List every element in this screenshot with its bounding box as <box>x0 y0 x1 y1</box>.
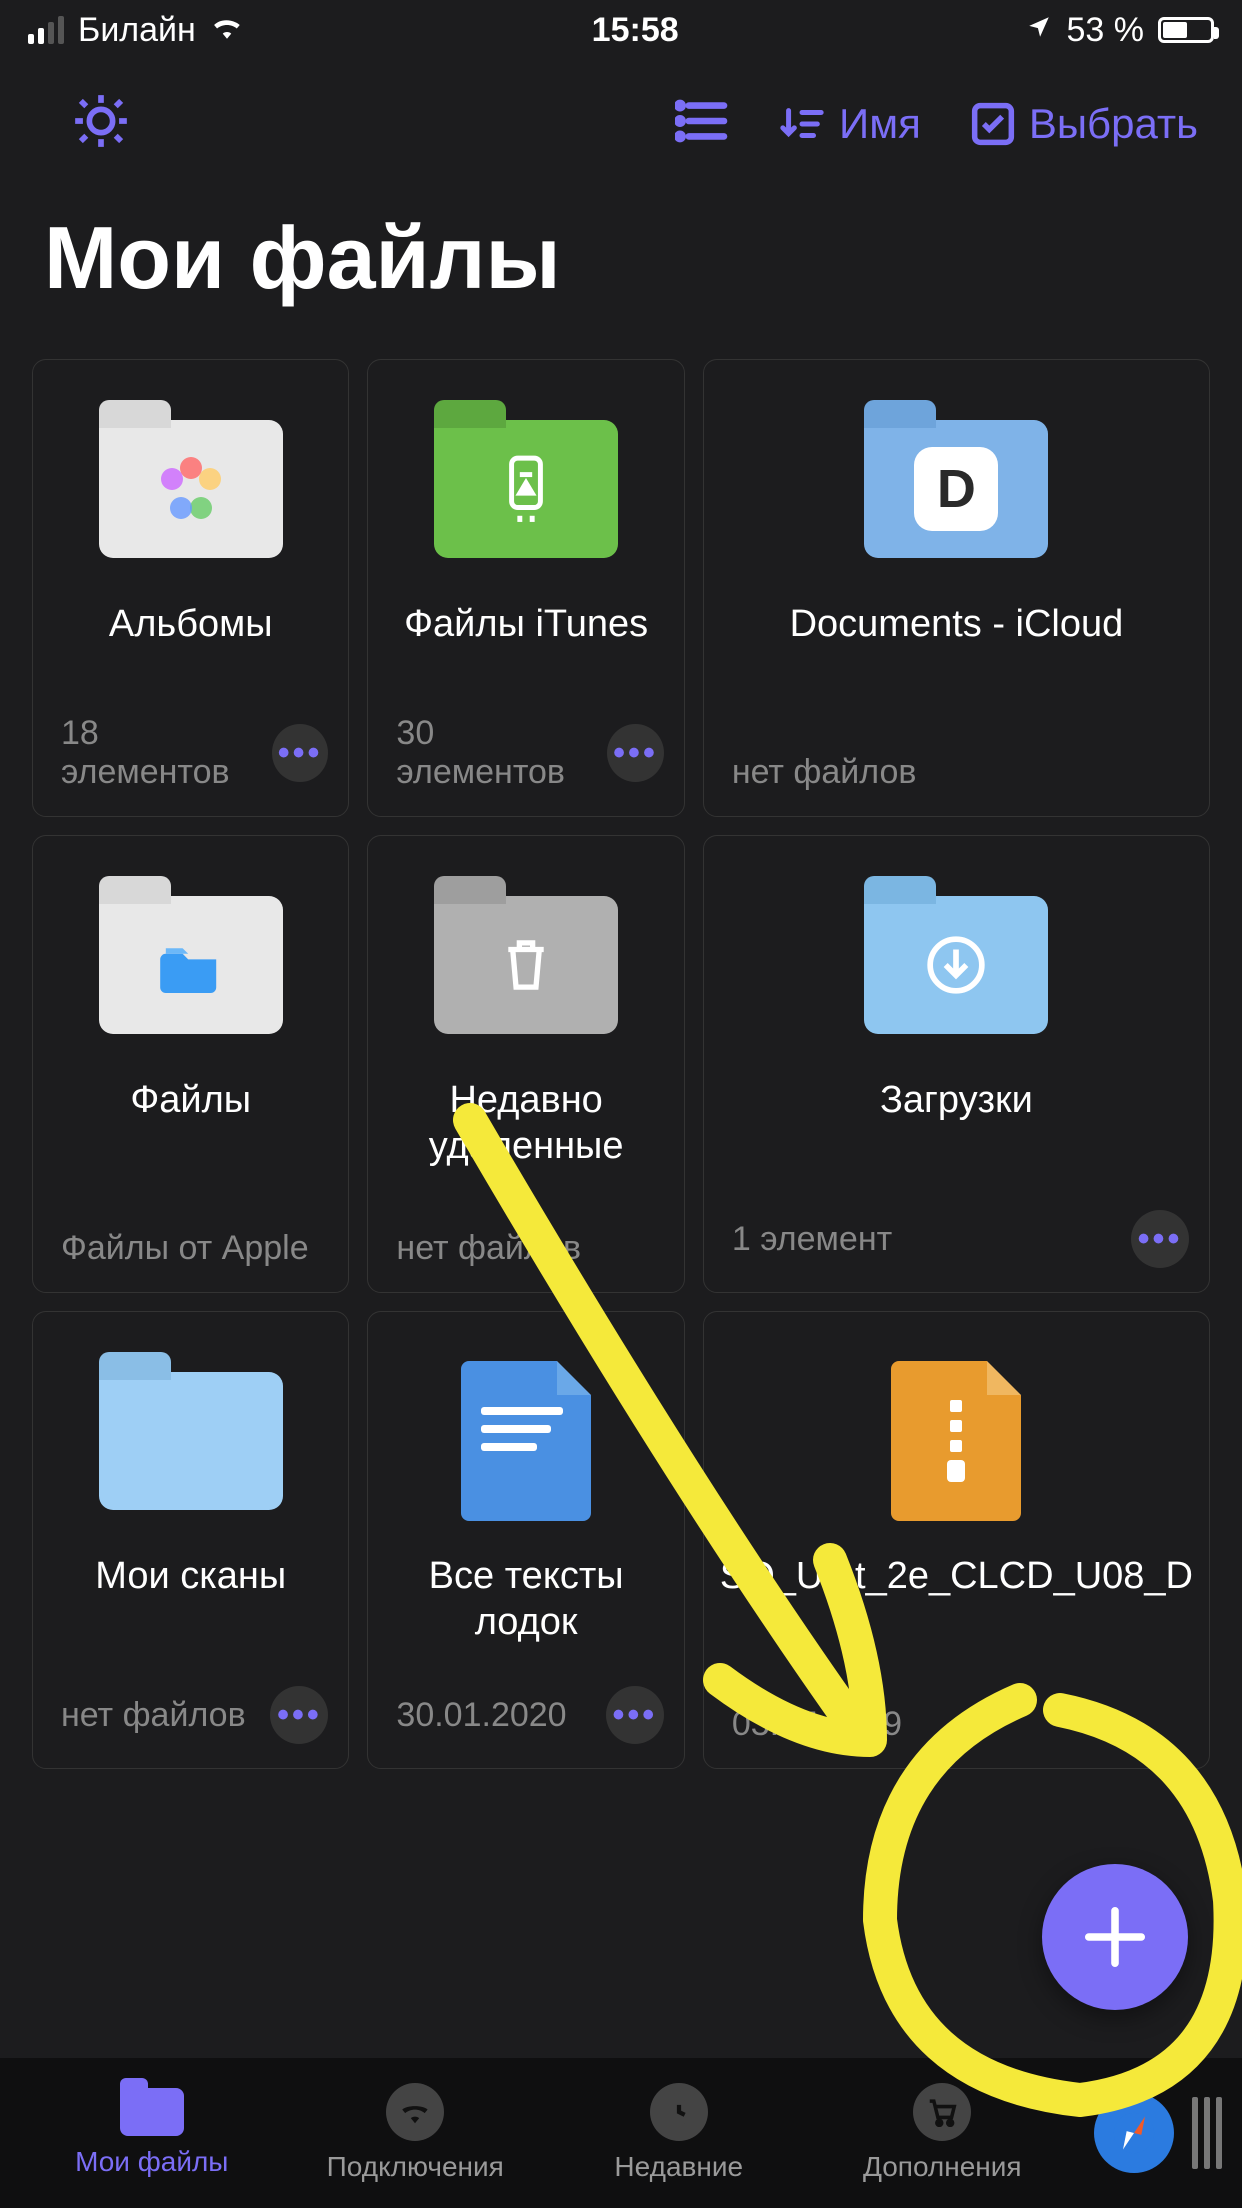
settings-button[interactable] <box>70 90 132 157</box>
tile-sub: 18 элементов <box>61 714 272 792</box>
tile-files[interactable]: Файлы Файлы от Apple <box>32 835 349 1293</box>
tile-label: Мои сканы <box>79 1526 302 1636</box>
tile-label: Недавно удаленные <box>368 1050 683 1169</box>
tile-sub: нет файлов <box>396 1229 581 1268</box>
battery-fill <box>1163 22 1187 38</box>
select-button[interactable]: Выбрать <box>971 100 1198 148</box>
sort-button[interactable]: Имя <box>779 100 921 148</box>
folder-photos-icon <box>99 404 283 574</box>
browser-button[interactable] <box>1094 2093 1174 2173</box>
tile-trash[interactable]: Недавно удаленные нет файлов <box>367 835 684 1293</box>
tile-label: Файлы iTunes <box>388 574 664 684</box>
tab-label: Дополнения <box>863 2151 1022 2183</box>
folder-icon <box>120 2088 184 2136</box>
tile-downloads[interactable]: Загрузки 1 элемент ••• <box>703 835 1210 1293</box>
tile-sub: нет файлов <box>61 1696 246 1735</box>
tile-label: SO_UInt_2e_CLCD_U08_D <box>704 1526 1209 1636</box>
document-file-icon <box>461 1356 591 1526</box>
tile-archive-file[interactable]: SO_UInt_2e_CLCD_U08_D 03.07.2019 <box>703 1311 1210 1769</box>
tile-scans[interactable]: Мои сканы нет файлов ••• <box>32 1311 349 1769</box>
tile-more-button[interactable]: ••• <box>606 1686 664 1744</box>
tile-sub: 30.01.2020 <box>396 1696 566 1735</box>
view-list-button[interactable] <box>675 99 729 148</box>
folder-documents-icon: D <box>864 404 1048 574</box>
add-button[interactable] <box>1042 1864 1188 2010</box>
tile-label: Загрузки <box>864 1050 1049 1160</box>
tile-document-file[interactable]: Все тексты лодок 30.01.2020 ••• <box>367 1311 684 1769</box>
signal-icon <box>28 16 64 44</box>
status-left: Билайн <box>28 11 244 50</box>
folder-trash-icon <box>434 880 618 1050</box>
tile-more-button[interactable]: ••• <box>272 724 329 782</box>
battery-text: 53 % <box>1066 11 1144 50</box>
tab-label: Мои файлы <box>75 2146 228 2178</box>
folder-itunes-icon <box>434 404 618 574</box>
folder-files-icon <box>99 880 283 1050</box>
tab-my-files[interactable]: Мои файлы <box>20 2088 284 2178</box>
page-title: Мои файлы <box>0 177 1242 359</box>
multitask-button[interactable] <box>1192 2097 1222 2169</box>
tile-sub: Файлы от Apple <box>61 1229 309 1268</box>
tile-documents-icloud[interactable]: D Documents - iCloud нет файлов <box>703 359 1210 817</box>
tile-sub: 03.07.2019 <box>732 1705 902 1744</box>
clock-icon <box>650 2083 708 2141</box>
tile-label: Documents - iCloud <box>774 574 1140 684</box>
bottom-tab-bar: Мои файлы Подключения Недавние Дополнени… <box>0 2058 1242 2208</box>
status-right: 53 % <box>1026 11 1214 50</box>
tile-itunes[interactable]: Файлы iTunes 30 элементов ••• <box>367 359 684 817</box>
wifi-icon <box>210 13 244 47</box>
tile-more-button[interactable]: ••• <box>270 1686 328 1744</box>
tab-label: Недавние <box>614 2151 743 2183</box>
toolbar: Имя Выбрать <box>0 60 1242 177</box>
tile-label: Все тексты лодок <box>368 1526 683 1645</box>
folder-scans-icon <box>99 1356 283 1526</box>
tile-label: Файлы <box>114 1050 267 1160</box>
wifi-icon <box>386 2083 444 2141</box>
tile-more-button[interactable]: ••• <box>1131 1210 1189 1268</box>
tab-recent[interactable]: Недавние <box>547 2083 811 2183</box>
archive-file-icon <box>891 1356 1021 1526</box>
tile-sub: нет файлов <box>732 753 917 792</box>
tab-label: Подключения <box>327 2151 504 2183</box>
tab-connections[interactable]: Подключения <box>284 2083 548 2183</box>
battery-icon <box>1158 17 1214 43</box>
folder-downloads-icon <box>864 880 1048 1050</box>
cart-icon <box>913 2083 971 2141</box>
tab-addons[interactable]: Дополнения <box>811 2083 1075 2183</box>
tile-sub: 1 элемент <box>732 1220 892 1259</box>
file-grid: Альбомы 18 элементов ••• Файлы iTunes 30… <box>0 359 1242 1769</box>
location-icon <box>1026 14 1052 47</box>
select-label: Выбрать <box>1029 100 1198 148</box>
status-bar: Билайн 15:58 53 % <box>0 0 1242 60</box>
sort-label: Имя <box>839 100 921 148</box>
status-time: 15:58 <box>592 11 679 50</box>
tile-albums[interactable]: Альбомы 18 элементов ••• <box>32 359 349 817</box>
tile-sub: 30 элементов <box>396 714 607 792</box>
tile-more-button[interactable]: ••• <box>607 724 664 782</box>
carrier-label: Билайн <box>78 11 196 50</box>
tile-label: Альбомы <box>93 574 289 684</box>
